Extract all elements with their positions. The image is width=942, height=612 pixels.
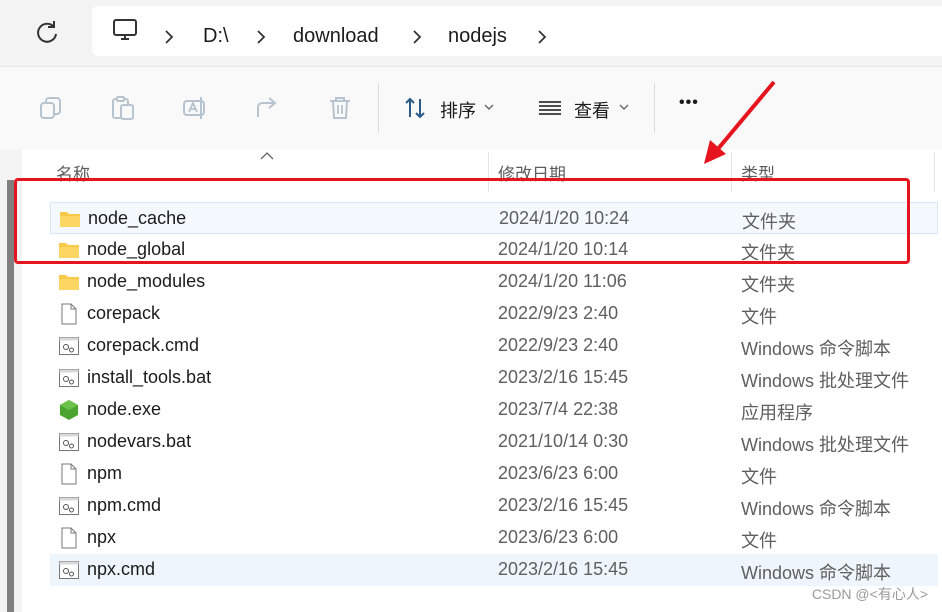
rename-icon[interactable] [182, 95, 208, 121]
file-type: Windows 命令脚本 [741, 339, 892, 359]
file-type: 文件 [741, 307, 777, 327]
chevron-right-icon[interactable] [410, 28, 424, 46]
file-type: Windows 批处理文件 [741, 371, 910, 391]
file-name[interactable]: corepack.cmd [87, 335, 199, 356]
copy-icon[interactable] [38, 95, 64, 121]
file-name[interactable]: npm.cmd [87, 495, 161, 516]
breadcrumb-nodejs[interactable]: nodejs [448, 25, 507, 48]
file-row[interactable]: install_tools.bat 2023/2/16 15:45 Windows … [50, 362, 938, 394]
file-name[interactable]: corepack [87, 303, 160, 324]
this-pc-icon[interactable] [112, 18, 138, 42]
file-row[interactable]: npm 2023/6/23 6:00 文件 [50, 458, 938, 490]
refresh-icon[interactable] [33, 18, 61, 46]
chevron-right-icon[interactable] [535, 28, 549, 46]
file-name[interactable]: node.exe [87, 399, 161, 420]
file-type: 文件 [741, 531, 777, 551]
file-type: 文件夹 [741, 275, 795, 295]
file-date: 2023/2/16 15:45 [498, 367, 629, 387]
file-name[interactable]: npm [87, 463, 122, 484]
sort-button[interactable]: 排序 [440, 97, 476, 123]
file-name[interactable]: nodevars.bat [87, 431, 191, 452]
navigation-pane-scrollbar[interactable] [7, 180, 14, 612]
watermark: CSDN @<有心人> [811, 586, 928, 602]
address-bar-area: D:\ download nodejs [0, 0, 942, 66]
chevron-right-icon[interactable] [254, 28, 268, 46]
file-row[interactable]: nodevars.bat 2021/10/14 0:30 Windows 批处理文件 [50, 426, 938, 458]
script-icon [58, 335, 80, 357]
script-icon [58, 495, 80, 517]
paste-icon[interactable] [110, 95, 136, 121]
share-icon[interactable] [254, 95, 280, 121]
file-row[interactable]: npx.cmd 2023/2/16 15:45 Windows 命令脚本 [50, 554, 938, 586]
command-bar: 排序 查看 ••• [0, 66, 942, 151]
file-name[interactable]: install_tools.bat [87, 367, 211, 388]
column-divider[interactable] [934, 152, 935, 192]
file-icon [58, 303, 80, 325]
view-icon[interactable] [537, 95, 563, 121]
breadcrumb-drive[interactable]: D:\ [203, 25, 229, 48]
script-icon [58, 559, 80, 581]
chevron-right-icon[interactable] [162, 28, 176, 46]
file-date: 2023/2/16 15:45 [498, 495, 629, 515]
highlight-box [14, 178, 910, 264]
file-date: 2022/9/23 2:40 [498, 335, 619, 355]
delete-icon[interactable] [327, 95, 353, 121]
script-icon [58, 431, 80, 453]
file-row[interactable]: corepack.cmd 2022/9/23 2:40 Windows 命令脚本 [50, 330, 938, 362]
file-type: Windows 命令脚本 [741, 499, 892, 519]
file-type: Windows 批处理文件 [741, 435, 910, 455]
sort-ascending-icon [260, 152, 274, 160]
file-date: 2022/9/23 2:40 [498, 303, 619, 323]
file-type: 应用程序 [741, 403, 813, 423]
node-exe-icon [58, 399, 80, 421]
view-button[interactable]: 查看 [574, 97, 610, 123]
file-row[interactable]: npm.cmd 2023/2/16 15:45 Windows 命令脚本 [50, 490, 938, 522]
folder-icon [58, 271, 80, 293]
chevron-down-icon[interactable] [619, 103, 629, 111]
file-type: 文件 [741, 467, 777, 487]
toolbar-divider [654, 83, 655, 133]
file-icon [58, 463, 80, 485]
toolbar-divider [378, 83, 379, 133]
file-date: 2024/1/20 11:06 [498, 271, 627, 291]
file-name[interactable]: npx.cmd [87, 559, 155, 580]
file-row[interactable]: node.exe 2023/7/4 22:38 应用程序 [50, 394, 938, 426]
address-box[interactable]: D:\ download nodejs [92, 6, 942, 56]
file-date: 2023/6/23 6:00 [498, 463, 619, 483]
file-row[interactable]: npx 2023/6/23 6:00 文件 [50, 522, 938, 554]
file-date: 2023/6/23 6:00 [498, 527, 619, 547]
script-icon [58, 367, 80, 389]
breadcrumb-download[interactable]: download [293, 25, 379, 48]
file-icon [58, 527, 80, 549]
file-date: 2023/2/16 15:45 [498, 559, 629, 579]
file-name[interactable]: node_modules [87, 271, 205, 292]
annotation-arrow [704, 80, 776, 164]
file-row[interactable]: node_modules 2024/1/20 11:06 文件夹 [50, 266, 938, 298]
sort-icon[interactable] [403, 95, 429, 121]
file-type: Windows 命令脚本 [741, 563, 892, 583]
chevron-down-icon[interactable] [484, 103, 494, 111]
file-date: 2021/10/14 0:30 [498, 431, 629, 451]
file-name[interactable]: npx [87, 527, 116, 548]
file-date: 2023/7/4 22:38 [498, 399, 619, 419]
file-row[interactable]: corepack 2022/9/23 2:40 文件 [50, 298, 938, 330]
